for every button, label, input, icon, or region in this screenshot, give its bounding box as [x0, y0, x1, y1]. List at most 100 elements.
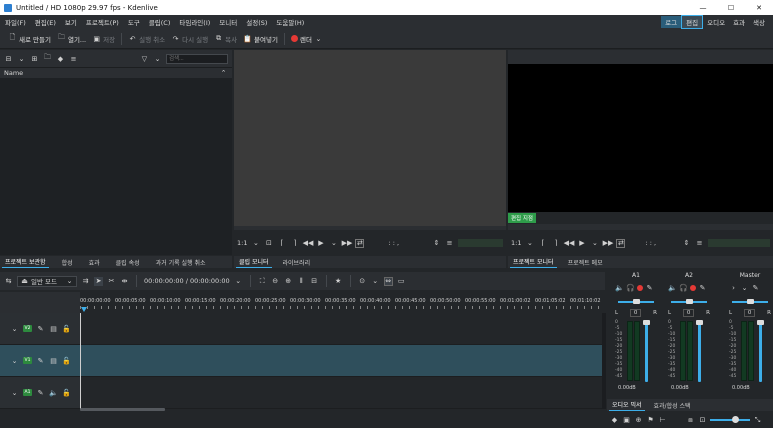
pan-slider[interactable] [671, 299, 707, 304]
menu-clip[interactable]: 클립(C) [149, 17, 171, 27]
split-audio-icon[interactable]: ⫴ [297, 277, 306, 286]
layout-audio[interactable]: 오디오 [703, 16, 729, 28]
vertical-scrollbar[interactable] [602, 313, 606, 409]
flag-icon[interactable]: ⚑ [646, 416, 655, 425]
set-in-icon[interactable]: ⌈ [277, 239, 286, 248]
tab-effects[interactable]: 효과 [86, 257, 103, 268]
menu-help[interactable]: 도움말(H) [276, 17, 304, 27]
chevron-down-icon[interactable]: ⌄ [590, 239, 599, 248]
layout-logging[interactable]: 로그 [661, 16, 682, 28]
close-button[interactable]: ✕ [745, 4, 773, 12]
tab-project-monitor[interactable]: 프로젝트 모니터 [510, 257, 557, 268]
redo-button[interactable]: ↷ 다시 실행 [168, 32, 211, 46]
spacer-tool-icon[interactable]: ⇹ [120, 277, 129, 286]
spin-icon[interactable]: ⇕ [682, 239, 691, 248]
effects-icon[interactable]: ✎ [36, 388, 45, 397]
minimize-button[interactable]: — [689, 4, 717, 12]
tab-library[interactable]: 라이브러리 [280, 257, 314, 268]
tab-undo-history[interactable]: 과거 기록 실행 취소 [153, 257, 209, 268]
rewind-icon[interactable]: ◀◀ [303, 239, 314, 248]
menu-monitor[interactable]: 모니터 [219, 17, 237, 27]
folder-icon[interactable]: 🗀 [43, 53, 52, 63]
track-lane[interactable] [80, 313, 602, 345]
speaker-icon[interactable]: 🔈 [49, 388, 58, 397]
zoom-slider[interactable] [710, 416, 750, 423]
track-header[interactable]: ⌄ V1 ✎ ▤ 🔓 [0, 345, 80, 377]
effects-icon[interactable]: ✎ [36, 356, 45, 365]
add-clip-icon[interactable]: ⊞ [30, 54, 39, 63]
lock-icon[interactable]: 🔓 [62, 356, 71, 365]
pencil-icon[interactable]: ✎ [698, 283, 707, 292]
menu-tools[interactable]: 도구 [128, 17, 140, 27]
record-icon[interactable] [637, 284, 643, 291]
chevron-down-icon[interactable]: ⌄ [329, 239, 338, 248]
volume-fader[interactable] [696, 320, 703, 382]
pencil-icon[interactable]: ✎ [645, 283, 654, 292]
menu-icon[interactable]: ≡ [445, 239, 454, 248]
menu-timeline[interactable]: 타임라인(I) [179, 17, 210, 27]
film-icon[interactable]: ▤ [49, 356, 58, 365]
edit-mode-select[interactable]: ⏏ 일반 모드 ⌄ [17, 275, 77, 287]
add-effect-icon[interactable]: ⊕ [634, 416, 643, 425]
lock-icon[interactable]: 🔓 [62, 388, 71, 397]
layout-color[interactable]: 색상 [749, 16, 769, 28]
chevron-down-icon[interactable]: ⌄ [251, 239, 260, 248]
clip-monitor-view[interactable] [234, 50, 506, 226]
track-lane[interactable] [80, 377, 602, 409]
project-zoom[interactable]: 1:1 [511, 239, 521, 247]
speaker-icon[interactable]: 🔈 [615, 283, 624, 292]
layout-editing[interactable]: 편집 [681, 15, 704, 29]
save-button[interactable]: ▣ 저장 [89, 32, 118, 46]
fit-icon[interactable]: ⊡ [698, 416, 707, 425]
track-tag[interactable]: V2 [23, 325, 32, 332]
tab-project-bin[interactable]: 프로젝트 보관함 [2, 257, 49, 268]
new-button[interactable]: 🗋 새로 만들기 [5, 32, 54, 46]
play-icon[interactable]: ▶ [316, 239, 325, 248]
tab-clip-properties[interactable]: 클립 속성 [113, 257, 143, 268]
column-name[interactable]: Name [4, 69, 23, 77]
loop-icon[interactable]: ⇄ [616, 238, 626, 248]
fit-zoom-icon[interactable]: ⛶ [258, 277, 267, 286]
play-icon[interactable]: ▶ [577, 239, 586, 248]
playhead-marker-icon[interactable] [81, 307, 87, 312]
chevron-down-icon[interactable]: ⌄ [17, 54, 26, 63]
project-monitor-view[interactable] [508, 64, 773, 212]
paste-button[interactable]: 📋 붙여넣기 [240, 32, 281, 46]
razor-tool-icon[interactable]: ✂ [107, 277, 116, 286]
track-lane[interactable] [80, 345, 602, 377]
speaker-icon[interactable]: 🔈 [668, 283, 677, 292]
split-icon[interactable]: ⊢ [658, 416, 667, 425]
menu-icon[interactable]: ≡ [695, 239, 704, 248]
layout-effects[interactable]: 효과 [729, 16, 749, 28]
chevron-down-icon[interactable]: ⌄ [10, 324, 19, 333]
effects-icon[interactable]: ✎ [36, 324, 45, 333]
chevron-down-icon[interactable]: ⌄ [234, 277, 243, 286]
chevron-down-icon[interactable]: ⌄ [525, 239, 534, 248]
project-timecode[interactable]: : : , [645, 239, 656, 247]
zoom-out-icon[interactable]: ⊖ [271, 277, 280, 286]
chevron-down-icon[interactable]: ⌄ [371, 277, 380, 286]
chevron-down-icon[interactable]: ⌄ [740, 283, 749, 292]
ripple-icon[interactable]: ⊙ [358, 277, 367, 286]
playhead-line[interactable] [80, 313, 81, 410]
set-in-icon[interactable]: ⌈ [538, 239, 547, 248]
chevron-right-icon[interactable]: › [729, 283, 738, 292]
timeline-ruler[interactable]: 00:00:00:00 00:00:05:00 00:00:10:00 00:00:1… [80, 292, 602, 313]
lock-icon[interactable]: 🔓 [62, 324, 71, 333]
save-icon[interactable]: ▣ [622, 416, 631, 425]
snap-icon[interactable]: ⇔ [383, 276, 393, 286]
film-icon[interactable]: ▤ [49, 324, 58, 333]
copy-button[interactable]: ⧉ 복사 [211, 32, 240, 46]
select-tool-icon[interactable]: ➤ [94, 276, 103, 286]
menu-view[interactable]: 보기 [65, 17, 77, 27]
maximize-button[interactable]: ☐ [717, 4, 745, 12]
open-button[interactable]: 🗀 열기... [54, 32, 89, 46]
favorite-star-icon[interactable]: ★ [334, 277, 343, 286]
bin-menu-icon[interactable]: ⊟ [4, 54, 13, 63]
tag-icon[interactable]: ◆ [610, 416, 619, 425]
track-menu-icon[interactable]: ⇆ [4, 277, 13, 286]
tag-icon[interactable]: ◆ [56, 54, 65, 63]
overlay-icon[interactable]: ⊡ [264, 239, 273, 248]
set-out-icon[interactable]: ⌉ [551, 239, 560, 248]
chevron-down-icon[interactable]: ⌄ [10, 388, 19, 397]
